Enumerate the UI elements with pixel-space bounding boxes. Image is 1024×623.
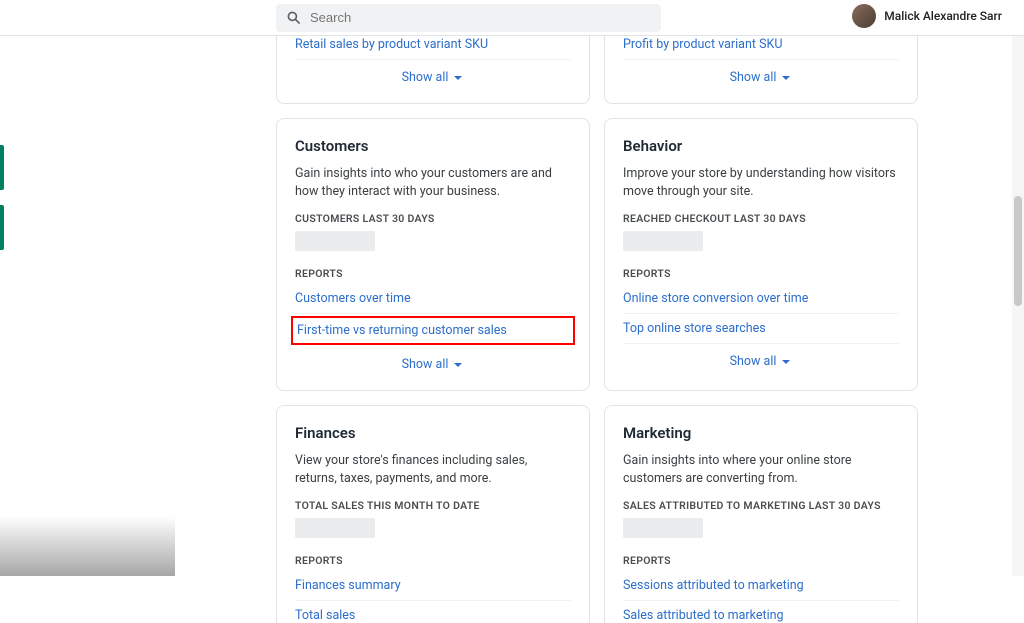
report-link[interactable]: Top online store searches: [623, 314, 899, 344]
top-bar: Malick Alexandre Sarr: [0, 0, 1024, 36]
main-content: Retail sales by product Retail sales by …: [276, 0, 918, 623]
card-description: View your store's finances including sal…: [295, 452, 571, 487]
card-behavior: Behavior Improve your store by understan…: [604, 118, 918, 391]
caret-down-icon: [452, 359, 464, 371]
scrollbar-thumb[interactable]: [1014, 196, 1022, 306]
avatar: [852, 4, 876, 28]
card-marketing: Marketing Gain insights into where your …: [604, 405, 918, 623]
report-link[interactable]: Online store conversion over time: [623, 284, 899, 314]
card-title: Marketing: [623, 424, 899, 442]
show-all-button[interactable]: Show all: [623, 60, 899, 85]
reports-heading: REPORTS: [295, 267, 571, 280]
metric-placeholder: [295, 231, 375, 251]
reports-heading: REPORTS: [623, 554, 899, 567]
card-title: Behavior: [623, 137, 899, 155]
show-all-button[interactable]: Show all: [295, 60, 571, 85]
reports-heading: REPORTS: [623, 267, 899, 280]
metric-placeholder: [295, 518, 375, 538]
report-link[interactable]: Sales attributed to marketing: [623, 601, 899, 623]
caret-down-icon: [452, 72, 464, 84]
metric-placeholder: [623, 518, 703, 538]
sidebar-accent: [0, 205, 4, 250]
search-input[interactable]: [310, 10, 651, 25]
search-icon: [286, 10, 302, 26]
show-all-label: Show all: [730, 354, 777, 369]
caret-down-icon: [780, 356, 792, 368]
report-link-customers-over-time[interactable]: Customers over time: [295, 284, 571, 314]
show-all-label: Show all: [402, 70, 449, 85]
report-link[interactable]: Total sales: [295, 601, 571, 623]
sidebar-shadow: [0, 516, 175, 576]
card-description: Gain insights into where your online sto…: [623, 452, 899, 487]
metric-label: CUSTOMERS LAST 30 DAYS: [295, 212, 571, 225]
card-title: Customers: [295, 137, 571, 155]
report-link-first-time-vs-returning[interactable]: First-time vs returning customer sales: [291, 316, 575, 345]
metric-label: TOTAL SALES THIS MONTH TO DATE: [295, 499, 571, 512]
reports-heading: REPORTS: [295, 554, 571, 567]
caret-down-icon: [780, 72, 792, 84]
user-menu[interactable]: Malick Alexandre Sarr: [852, 4, 1002, 28]
card-title: Finances: [295, 424, 571, 442]
metric-label: REACHED CHECKOUT LAST 30 DAYS: [623, 212, 899, 225]
card-finances: Finances View your store's finances incl…: [276, 405, 590, 623]
user-name: Malick Alexandre Sarr: [884, 9, 1002, 23]
metric-label: SALES ATTRIBUTED TO MARKETING LAST 30 DA…: [623, 499, 899, 512]
show-all-button[interactable]: Show all: [623, 344, 899, 369]
card-description: Improve your store by understanding how …: [623, 165, 899, 200]
show-all-button[interactable]: Show all: [295, 347, 571, 372]
card-customers: Customers Gain insights into who your cu…: [276, 118, 590, 391]
search-box[interactable]: [276, 4, 661, 32]
metric-placeholder: [623, 231, 703, 251]
show-all-label: Show all: [402, 357, 449, 372]
show-all-label: Show all: [730, 70, 777, 85]
scrollbar-track[interactable]: [1012, 36, 1024, 576]
card-description: Gain insights into who your customers ar…: [295, 165, 571, 200]
sidebar-accent: [0, 145, 4, 190]
